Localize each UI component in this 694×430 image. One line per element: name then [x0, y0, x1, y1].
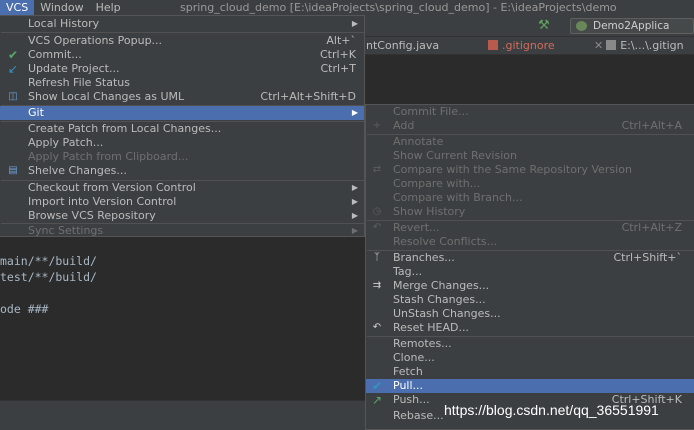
git-item-show-current-revision[interactable]: Show Current Revision [366, 149, 694, 163]
git-item-commit-file[interactable]: Commit File... [366, 105, 694, 119]
code-line: main/**/build/ [0, 254, 97, 268]
menu-item-local-history[interactable]: Local History ▶ [0, 17, 364, 31]
menu-item-update-project[interactable]: ↙ Update Project... Ctrl+T [0, 62, 364, 76]
git-item-show-history[interactable]: ◷ Show History [366, 205, 694, 219]
build-hammer-icon[interactable]: ⚒ [538, 18, 550, 33]
tab-label: ntConfig.java [366, 39, 440, 52]
code-line: ode ### [0, 302, 49, 316]
git-item-branches[interactable]: ᛉ Branches... Ctrl+Shift+` [366, 251, 694, 265]
run-configuration-label: Demo2Applica [593, 20, 670, 32]
tab-gitignore-path[interactable]: ✕ E:\...\.gitign [594, 37, 684, 55]
git-item-merge-changes[interactable]: ⇉ Merge Changes... [366, 279, 694, 293]
git-item-stash-changes[interactable]: Stash Changes... [366, 293, 694, 307]
submenu-arrow-icon: ▶ [351, 197, 358, 206]
menu-window[interactable]: Window [34, 0, 89, 15]
git-item-remotes[interactable]: Remotes... [366, 337, 694, 351]
submenu-arrow-icon: ▶ [351, 19, 358, 28]
run-configuration-selector[interactable]: Demo2Applica [570, 18, 694, 34]
tab-gitignore[interactable]: .gitignore [488, 37, 555, 55]
menu-separator [1, 32, 364, 33]
submenu-arrow-icon: ▶ [351, 226, 358, 235]
push-arrow-icon: ↗ [371, 393, 383, 407]
menu-item-apply-patch-clipboard[interactable]: Apply Patch from Clipboard... [0, 150, 364, 164]
menu-item-checkout-vcs[interactable]: Checkout from Version Control ▶ [0, 181, 364, 195]
tab-label: E:\...\.gitign [620, 39, 684, 52]
file-ignore-icon [488, 40, 498, 50]
close-icon[interactable]: ✕ [594, 39, 603, 52]
spring-boot-icon [576, 21, 587, 31]
pull-arrow-icon: ✔ [371, 379, 383, 393]
shelve-icon: ▤ [8, 165, 18, 176]
menu-item-vcs-operations-popup[interactable]: VCS Operations Popup... Alt+` [0, 34, 364, 48]
check-icon: ✔ [7, 48, 19, 62]
git-item-annotate[interactable]: Annotate [366, 135, 694, 149]
branch-icon: ᛉ [374, 252, 380, 263]
submenu-arrow-icon: ▶ [351, 108, 358, 117]
file-icon [606, 40, 617, 50]
reset-icon: ↶ [372, 322, 382, 333]
git-item-add[interactable]: + Add Ctrl+Alt+A [366, 119, 694, 133]
menu-item-import-vcs[interactable]: Import into Version Control ▶ [0, 195, 364, 209]
compare-icon: ⇄ [372, 164, 382, 175]
git-item-fetch[interactable]: Fetch [366, 365, 694, 379]
tab-label: .gitignore [502, 39, 555, 52]
git-item-compare-with[interactable]: Compare with... [366, 177, 694, 191]
git-item-clone[interactable]: Clone... [366, 351, 694, 365]
menu-item-git[interactable]: Git ▶ [0, 106, 364, 120]
merge-icon: ⇉ [372, 280, 382, 291]
menu-item-refresh-file-status[interactable]: Refresh File Status [0, 76, 364, 90]
plus-icon: + [372, 120, 382, 131]
revert-icon: ↶ [372, 222, 382, 233]
git-submenu: Commit File... + Add Ctrl+Alt+A Annotate… [365, 104, 694, 430]
git-item-reset-head[interactable]: ↶ Reset HEAD... [366, 321, 694, 335]
menu-item-commit[interactable]: ✔ Commit... Ctrl+K [0, 48, 364, 62]
menu-item-sync-settings[interactable]: Sync Settings ▶ [0, 224, 364, 238]
vcs-menu: Local History ▶ VCS Operations Popup... … [0, 15, 365, 237]
git-item-unstash-changes[interactable]: UnStash Changes... [366, 307, 694, 321]
history-icon: ◷ [372, 206, 382, 217]
menu-item-show-local-changes-uml[interactable]: ◫ Show Local Changes as UML Ctrl+Alt+Shi… [0, 90, 364, 104]
tab-config-java[interactable]: ntConfig.java [366, 37, 439, 55]
menu-item-create-patch[interactable]: Create Patch from Local Changes... [0, 122, 364, 136]
submenu-arrow-icon: ▶ [351, 211, 358, 220]
update-arrow-icon: ↙ [7, 62, 19, 76]
git-item-compare-with-branch[interactable]: Compare with Branch... [366, 191, 694, 205]
git-item-compare-same-repo[interactable]: ⇄ Compare with the Same Repository Versi… [366, 163, 694, 177]
submenu-arrow-icon: ▶ [351, 183, 358, 192]
git-item-resolve-conflicts[interactable]: Resolve Conflicts... [366, 235, 694, 249]
menu-item-shelve-changes[interactable]: ▤ Shelve Changes... [0, 164, 364, 178]
menu-item-apply-patch[interactable]: Apply Patch... [0, 136, 364, 150]
window-title: spring_cloud_demo [E:\ideaProjects\sprin… [180, 1, 617, 14]
menu-help[interactable]: Help [90, 0, 127, 15]
menu-vcs[interactable]: VCS [0, 0, 35, 15]
menu-item-browse-vcs-repository[interactable]: Browse VCS Repository ▶ [0, 209, 364, 223]
git-item-revert[interactable]: ↶ Revert... Ctrl+Alt+Z [366, 221, 694, 235]
watermark-text: https://blog.csdn.net/qq_36551991 [444, 402, 659, 418]
code-line: test/**/build/ [0, 270, 97, 284]
uml-icon: ◫ [8, 91, 18, 102]
git-item-pull[interactable]: ✔ Pull... [366, 379, 694, 393]
git-item-tag[interactable]: Tag... [366, 265, 694, 279]
